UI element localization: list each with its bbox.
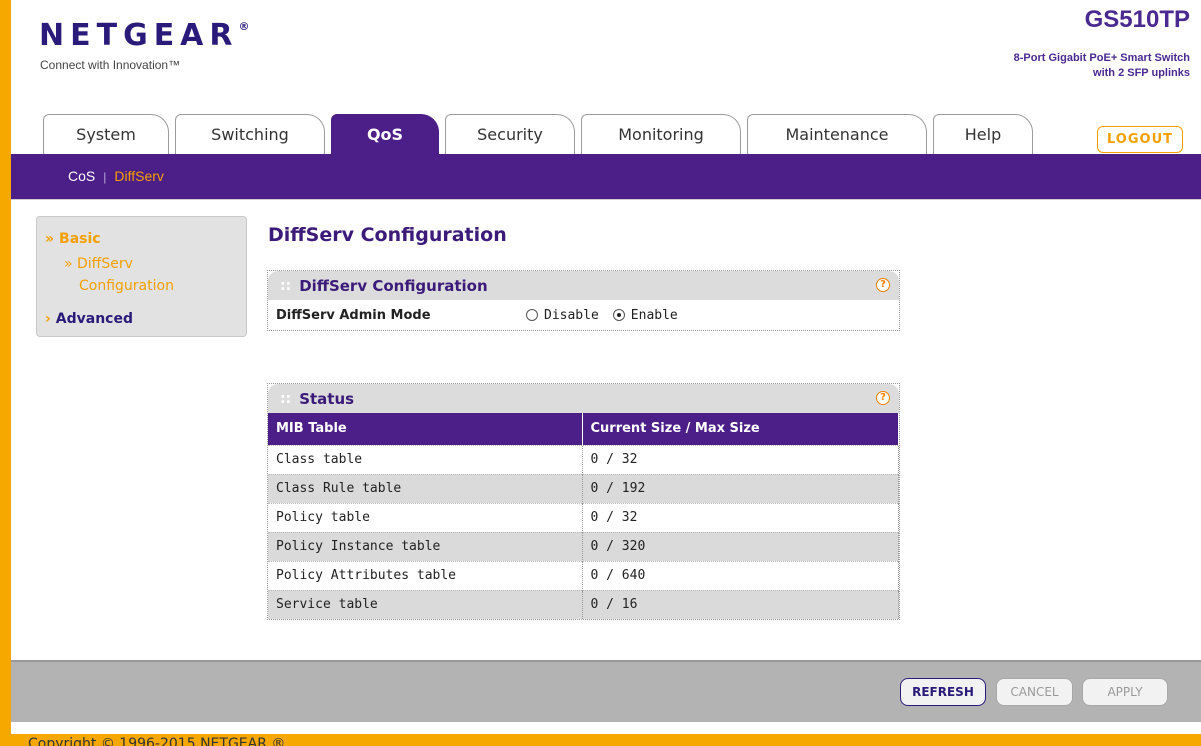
apply-button[interactable]: APPLY <box>1082 678 1168 706</box>
table-row: Service table 0 / 16 <box>268 589 899 619</box>
netgear-logo: NETGEAR® <box>39 18 250 53</box>
column-header-size: Current Size / Max Size <box>582 413 899 445</box>
mib-table-name: Policy Instance table <box>268 531 583 561</box>
main-tabs: System Switching QoS Security Monitoring… <box>43 114 1033 154</box>
mib-table-size: 0 / 320 <box>582 531 899 561</box>
disable-radio[interactable] <box>526 309 538 321</box>
mib-table-size: 0 / 32 <box>582 502 899 532</box>
tab-system[interactable]: System <box>43 114 169 154</box>
chevron-right-icon: › <box>45 311 51 327</box>
copyright-text: Copyright © 1996-2015 NETGEAR ® <box>28 736 286 746</box>
diffserv-config-panel: :: DiffServ Configuration ? DiffServ Adm… <box>267 270 900 331</box>
admin-mode-label: DiffServ Admin Mode <box>276 307 431 323</box>
tagline: Connect with Innovation™ <box>40 58 181 72</box>
leftnav-advanced[interactable]: › Advanced <box>45 311 133 327</box>
enable-radio-option[interactable]: Enable <box>612 308 678 323</box>
left-navigation: » Basic » DiffServ Configuration › Advance… <box>36 216 247 337</box>
grip-icon: :: <box>280 390 292 407</box>
mib-table-size: 0 / 16 <box>582 589 899 619</box>
page-title: DiffServ Configuration <box>268 224 507 246</box>
admin-mode-row: DiffServ Admin Mode Disable Enable <box>268 300 899 330</box>
leftnav-basic[interactable]: » Basic <box>45 231 101 247</box>
content-area: » Basic » DiffServ Configuration › Advance… <box>11 199 1201 659</box>
subnav-cos[interactable]: CoS <box>68 168 95 184</box>
subnav-diffserv[interactable]: DiffServ <box>114 168 164 184</box>
panel-title: DiffServ Configuration <box>299 276 488 295</box>
grip-icon: :: <box>280 277 292 294</box>
table-row: Class Rule table 0 / 192 <box>268 473 899 503</box>
mib-table-name: Service table <box>268 589 583 619</box>
model-name: GS510TP <box>1084 6 1190 33</box>
table-row: Class table 0 / 32 <box>268 444 899 474</box>
status-panel: :: Status ? MIB Table Current Size / Max… <box>267 383 900 620</box>
disable-radio-option[interactable]: Disable <box>526 308 599 323</box>
help-icon[interactable]: ? <box>876 278 890 292</box>
enable-radio[interactable] <box>612 309 625 321</box>
panel-title: Status <box>299 389 355 408</box>
panel-header: :: Status ? <box>268 384 899 413</box>
table-row: Policy Attributes table 0 / 640 <box>268 560 899 590</box>
tab-help[interactable]: Help <box>933 114 1033 154</box>
mib-table-size: 0 / 32 <box>582 444 899 474</box>
tab-monitoring[interactable]: Monitoring <box>581 114 741 154</box>
mib-table-name: Class table <box>268 444 583 474</box>
tab-maintenance[interactable]: Maintenance <box>747 114 927 154</box>
app-frame: NETGEAR® Connect with Innovation™ GS510T… <box>11 0 1201 734</box>
mib-table-name: Policy table <box>268 502 583 532</box>
leftnav-diffserv-configuration[interactable]: » DiffServ Configuration <box>64 256 174 294</box>
sub-navigation: CoS | DiffServ <box>11 154 1201 199</box>
tab-switching[interactable]: Switching <box>175 114 325 154</box>
status-table: MIB Table Current Size / Max Size Class … <box>268 413 899 619</box>
action-bar: REFRESH CANCEL APPLY <box>11 660 1201 722</box>
tab-security[interactable]: Security <box>445 114 575 154</box>
mib-table-size: 0 / 192 <box>582 473 899 503</box>
logout-button[interactable]: LOGOUT <box>1097 126 1183 153</box>
mib-table-name: Policy Attributes table <box>268 560 583 590</box>
table-row: Policy Instance table 0 / 320 <box>268 531 899 561</box>
column-header-mib-table: MIB Table <box>268 413 583 445</box>
refresh-button[interactable]: REFRESH <box>900 678 986 706</box>
mib-table-size: 0 / 640 <box>582 560 899 590</box>
panel-header: :: DiffServ Configuration ? <box>268 271 899 300</box>
table-row: Policy table 0 / 32 <box>268 502 899 532</box>
cancel-button[interactable]: CANCEL <box>996 678 1073 706</box>
model-description: 8-Port Gigabit PoE+ Smart Switch with 2 … <box>1013 52 1190 79</box>
subnav-separator: | <box>103 170 107 184</box>
help-icon[interactable]: ? <box>876 391 890 405</box>
chevron-down-icon: » <box>45 231 55 247</box>
mib-table-name: Class Rule table <box>268 473 583 503</box>
tab-qos[interactable]: QoS <box>331 114 439 154</box>
